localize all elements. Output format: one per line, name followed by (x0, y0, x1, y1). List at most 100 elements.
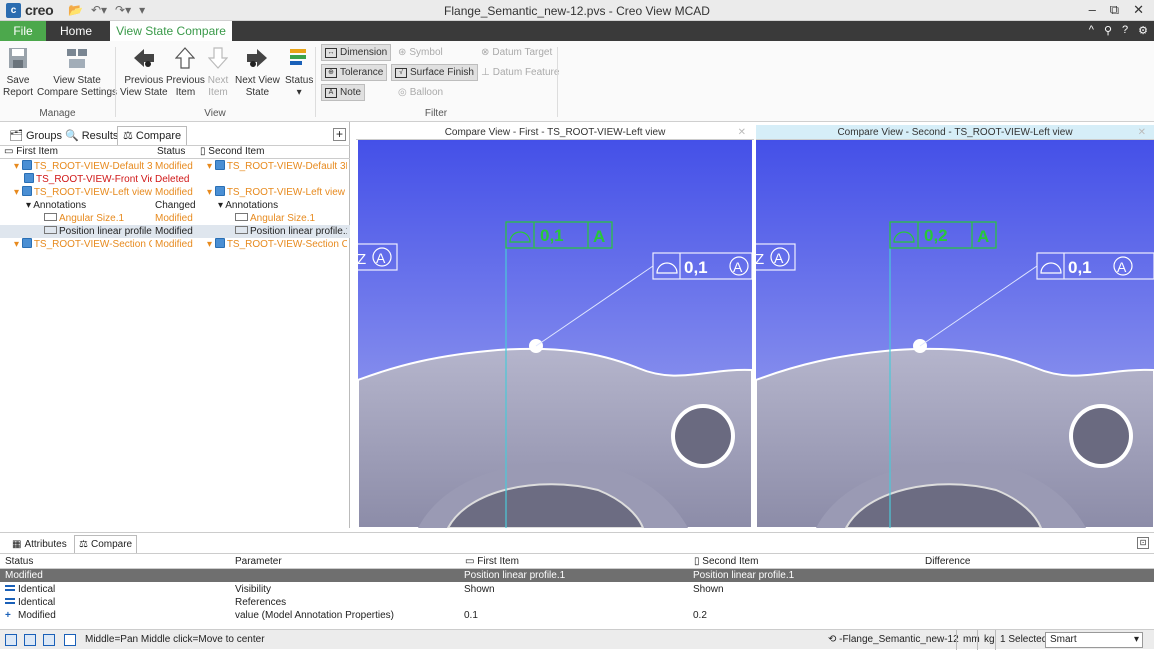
tree-row-selected[interactable]: Position linear profile.1 Modified Posit… (0, 225, 350, 238)
status-dropdown-button[interactable]: Status ▾ (285, 45, 313, 99)
tree-row[interactable]: Angular Size.1 Modified Angular Size.1 (0, 212, 350, 225)
tab-groups[interactable]: 🗂 Groups (4, 126, 67, 145)
first-edge-datum: A (376, 250, 386, 266)
save-report-button[interactable]: Save Report (3, 45, 33, 99)
first-leader-datum: A (733, 259, 743, 275)
tab-file[interactable]: File (0, 21, 46, 41)
view-icon (21, 160, 32, 170)
view-icon (214, 238, 225, 248)
maximize-panel-icon[interactable]: ⊡ (1137, 537, 1149, 549)
filter-datum-target-toggle[interactable]: ⊗ Datum Target (477, 44, 556, 61)
datum-feature-icon: ⊥ (481, 67, 490, 78)
column-second-item[interactable]: ▯ Second Item (694, 554, 758, 569)
close-icon[interactable]: ✕ (738, 125, 746, 140)
model-status[interactable]: ⟲ -Flange_Semantic_new-12 (828, 630, 959, 650)
next-view-state-button[interactable]: Next View State (235, 45, 280, 99)
table-row[interactable]: Identical Visibility Shown Shown (0, 583, 1154, 596)
units-mass[interactable]: kg (977, 630, 995, 650)
first-edge-label: Z (358, 251, 366, 268)
filter-balloon-toggle[interactable]: ◎ Balloon (394, 84, 447, 101)
group-separator (557, 47, 558, 117)
filter-surface-finish-toggle[interactable]: √ Surface Finish (391, 64, 478, 81)
first-leader-value: 0,1 (684, 258, 708, 277)
status-hint: Middle=Pan Middle click=Move to center (85, 634, 265, 645)
details-panel: ▦ Attributes ⚖ Compare ⊡ Status Parameter … (0, 532, 1154, 628)
table-row[interactable]: + Modified value (Model Annotation Proper… (0, 609, 1154, 622)
table-row[interactable]: Modified Position linear profile.1 Posit… (0, 569, 1154, 582)
angular-size-icon (44, 213, 57, 221)
position-profile-icon (235, 226, 248, 234)
tree-row[interactable]: ▾ TS_ROOT-VIEW-Section Cut V Modified ▾ … (0, 238, 350, 251)
tab-view-state-compare[interactable]: View State Compare (110, 21, 232, 41)
gear-icon[interactable]: ⚙ (1138, 24, 1148, 37)
surface-finish-icon: √ (395, 67, 407, 78)
add-panel-icon[interactable]: + (333, 128, 346, 141)
help-icon[interactable]: ? (1122, 24, 1128, 37)
layout-tile-icon[interactable] (64, 634, 76, 646)
second-edge-label: Z (756, 251, 764, 268)
column-first-item[interactable]: ▭ First Item (465, 554, 519, 569)
layout-single-icon[interactable] (5, 634, 17, 646)
tree-row[interactable]: ▾ TS_ROOT-VIEW-Default 3D V Modified ▾ T… (0, 160, 350, 173)
selection-count: 1 Selected (995, 630, 1047, 650)
tab-home[interactable]: Home (48, 21, 104, 41)
balloon-icon: ◎ (398, 87, 407, 98)
close-icon[interactable]: ✕ (1138, 125, 1146, 140)
selection-filter-select[interactable]: Smart ▾ (1045, 632, 1143, 648)
column-second-item[interactable]: ▯ Second Item (200, 146, 264, 157)
second-view-canvas[interactable]: 0,2 A 0,1 A Z A (756, 140, 1154, 528)
second-edge-datum: A (774, 250, 784, 266)
layout-horizontal-split-icon[interactable] (43, 634, 55, 646)
first-view-canvas[interactable]: 0,1 A 0,1 A Z A (358, 140, 752, 528)
previous-view-state-button[interactable]: Previous View State (120, 45, 168, 99)
filter-dimension-toggle[interactable]: ↔ Dimension (321, 44, 392, 61)
column-difference[interactable]: Difference (925, 554, 970, 569)
search-icon[interactable]: ⚲ (1104, 24, 1112, 37)
window-controls: – ⧉ ✕ (1089, 2, 1144, 18)
previous-item-button[interactable]: Previous Item (166, 45, 205, 99)
attributes-icon: ▦ (12, 538, 22, 550)
tab-results[interactable]: 🔍 Results (60, 126, 123, 145)
group-label-filter: Filter (424, 108, 448, 119)
close-button[interactable]: ✕ (1133, 2, 1144, 18)
tree-row[interactable]: TS_ROOT-VIEW-Front View.2 Deleted (0, 173, 350, 186)
group-label-manage: Manage (39, 108, 76, 119)
view-icon (24, 173, 34, 183)
tab-compare[interactable]: ⚖ Compare (117, 126, 188, 145)
arrow-left-icon (132, 45, 156, 71)
filter-symbol-toggle[interactable]: ⊛ Symbol (394, 44, 447, 61)
column-status[interactable]: Status (5, 554, 33, 569)
tree-row[interactable]: ▾ Annotations Changed ▾ Annotations (0, 199, 350, 212)
tab-details-compare[interactable]: ⚖ Compare (74, 535, 138, 553)
arrow-up-icon (173, 45, 197, 71)
column-first-item[interactable]: ▭ First Item (4, 146, 58, 157)
filter-datum-feature-toggle[interactable]: ⊥ Datum Feature (477, 64, 563, 81)
tree-row[interactable]: ▾ TS_ROOT-VIEW-Left view Modified ▾ TS_R… (0, 186, 350, 199)
view-icon (214, 160, 225, 170)
groups-icon: 🗂 (9, 129, 23, 142)
plus-icon: + (5, 610, 11, 621)
results-icon: 🔍 (65, 129, 79, 142)
layout-vertical-split-icon[interactable] (24, 634, 36, 646)
table-row[interactable]: Identical References (0, 596, 1154, 609)
next-item-button[interactable]: Next Item (206, 45, 230, 99)
status-bar: Middle=Pan Middle click=Move to center ⟲… (0, 629, 1154, 650)
collapse-ribbon-icon[interactable]: ^ (1089, 24, 1094, 37)
symbol-icon: ⊛ (398, 47, 407, 58)
filter-tolerance-toggle[interactable]: ⊕ Tolerance (321, 64, 388, 81)
ribbon-tab-bar: File Home View State Compare ^ ⚲ ? ⚙ (0, 21, 1154, 41)
first-view-header: Compare View - First - TS_ROOT-VIEW-Left… (356, 125, 754, 140)
compare-icon: ⚖ (79, 539, 88, 550)
restore-button[interactable]: ⧉ (1110, 2, 1119, 18)
chevron-down-icon: ▾ (1133, 634, 1139, 645)
column-parameter[interactable]: Parameter (235, 554, 282, 569)
ribbon: Save Report View State Compare Settings … (0, 41, 1154, 122)
second-leader-value: 0,1 (1068, 258, 1092, 277)
filter-note-toggle[interactable]: A Note (321, 84, 366, 101)
tab-attributes[interactable]: ▦ Attributes (8, 535, 71, 553)
group-separator (315, 47, 316, 117)
minimize-button[interactable]: – (1089, 2, 1096, 18)
compare-settings-button[interactable]: View State Compare Settings (37, 45, 117, 99)
second-fcf-datum: A (977, 227, 989, 246)
column-status[interactable]: Status (157, 146, 185, 157)
